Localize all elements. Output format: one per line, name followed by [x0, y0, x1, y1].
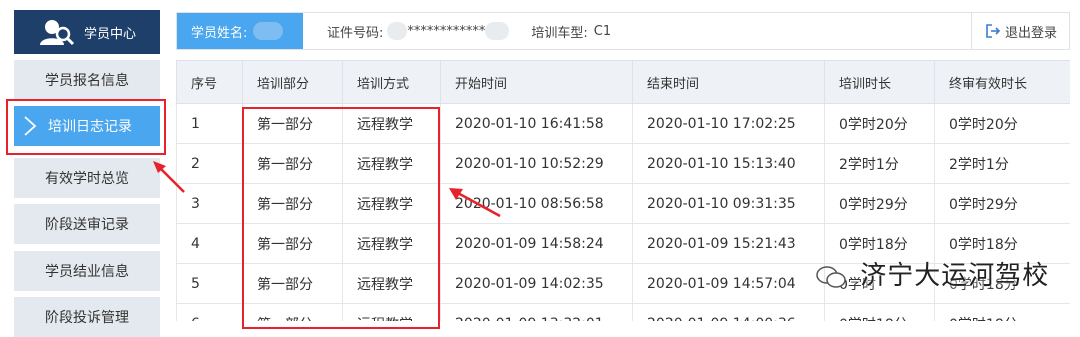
cell-start-time: 2020-01-09 13:32:01 [440, 303, 633, 321]
table-header-row: 序号 培训部分 培训方式 开始时间 结束时间 培训时长 终审有效时长 [176, 60, 1070, 104]
cell-part: 第一部分 [242, 303, 343, 321]
table-row[interactable]: 6第一部分远程教学2020-01-09 13:32:012020-01-09 1… [176, 303, 1070, 321]
logout-button[interactable]: 退出登录 [970, 13, 1069, 49]
column-header-end-time: 结束时间 [632, 60, 825, 104]
cell-method: 远程教学 [342, 303, 441, 321]
sidebar-item-label: 阶段送审记录 [45, 217, 129, 233]
student-name-field: 学员姓名: [177, 13, 303, 49]
id-number-value: ************ [407, 23, 486, 39]
cell-part: 第一部分 [242, 183, 343, 224]
user-search-icon [39, 20, 75, 46]
cell-start-time: 2020-01-09 14:02:35 [440, 263, 633, 304]
student-info-bar: 学员姓名: 证件号码: ************ 培训车型: C1 退出登录 [176, 12, 1070, 50]
sidebar-item-complaints[interactable]: 阶段投诉管理 [14, 297, 160, 337]
student-name-label: 学员姓名: [191, 25, 248, 41]
cell-valid-duration: 0学时18分 [934, 303, 1070, 321]
id-number-field: 证件号码: ************ [327, 22, 510, 41]
cell-index: 6 [176, 303, 243, 321]
logout-icon [986, 24, 1000, 38]
cell-method: 远程教学 [342, 103, 441, 144]
cell-end-time: 2020-01-10 09:31:35 [632, 183, 825, 224]
column-header-index: 序号 [176, 60, 243, 104]
sidebar-item-review-records[interactable]: 阶段送审记录 [14, 204, 160, 244]
table-row[interactable]: 2 第一部分 远程教学 2020-01-10 10:52:29 2020-01-10 1… [176, 143, 1070, 184]
sidebar-item-graduation[interactable]: 学员结业信息 [14, 251, 160, 291]
cell-method: 远程教学 [342, 143, 441, 184]
column-header-start-time: 开始时间 [440, 60, 633, 104]
cell-index: 3 [176, 183, 243, 224]
cell-index: 1 [176, 103, 243, 144]
logout-label: 退出登录 [1004, 25, 1057, 41]
vehicle-type-value: C1 [593, 23, 612, 39]
cell-start-time: 2020-01-10 10:52:29 [440, 143, 633, 184]
cell-part: 第一部分 [242, 263, 343, 304]
sidebar-item-label: 学员报名信息 [45, 73, 129, 89]
cell-valid-duration: 0学时20分 [934, 103, 1070, 144]
id-number-label: 证件号码: [327, 25, 384, 41]
cell-end-time: 2020-01-10 15:13:40 [632, 143, 825, 184]
cell-method: 远程教学 [342, 223, 441, 264]
watermark: 济宁大运河驾校 [815, 255, 1049, 292]
cell-valid-duration: 2学时1分 [934, 143, 1070, 184]
cell-duration: 0学时20分 [824, 103, 935, 144]
cell-end-time: 2020-01-09 14:00:36 [632, 303, 825, 321]
cell-end-time: 2020-01-09 14:57:04 [632, 263, 825, 304]
cell-start-time: 2020-01-09 14:58:24 [440, 223, 633, 264]
cell-method: 远程教学 [342, 263, 441, 304]
student-center-header[interactable]: 学员中心 [14, 10, 160, 54]
redacted-id-end [485, 22, 510, 40]
vehicle-type-label: 培训车型: [531, 25, 588, 41]
cell-index: 2 [176, 143, 243, 184]
sidebar-item-label: 学员结业信息 [45, 264, 129, 280]
highlight-box-sidebar [6, 99, 166, 155]
cell-index: 4 [176, 223, 243, 264]
wechat-icon [816, 266, 846, 288]
sidebar-header-label: 学员中心 [83, 26, 136, 42]
column-header-method: 培训方式 [342, 60, 441, 104]
redacted-name [253, 22, 284, 40]
cell-start-time: 2020-01-10 08:56:58 [440, 183, 633, 224]
sidebar-item-label: 有效学时总览 [45, 171, 129, 187]
sidebar-item-label: 阶段投诉管理 [45, 310, 129, 326]
cell-start-time: 2020-01-10 16:41:58 [440, 103, 633, 144]
cell-duration: 0学时29分 [824, 183, 935, 224]
cell-end-time: 2020-01-10 17:02:25 [632, 103, 825, 144]
vehicle-type-field: 培训车型: C1 [531, 22, 611, 41]
watermark-text: 济宁大运河驾校 [860, 261, 1050, 291]
sidebar: 学员中心 学员报名信息 培训日志记录 有效学时总览 阶段送审记录 学员结业信息 … [0, 0, 172, 337]
cell-part: 第一部分 [242, 143, 343, 184]
table-row[interactable]: 1 第一部分 远程教学 2020-01-10 16:41:58 2020-01-10 1… [176, 103, 1070, 144]
cell-part: 第一部分 [242, 103, 343, 144]
sidebar-item-hours-overview[interactable]: 有效学时总览 [14, 158, 160, 198]
column-header-part: 培训部分 [242, 60, 343, 104]
cell-part: 第一部分 [242, 223, 343, 264]
redacted-id-start [387, 22, 408, 40]
sidebar-item-registration[interactable]: 学员报名信息 [14, 60, 160, 100]
cell-duration: 0学时18分 [824, 303, 935, 321]
column-header-duration: 培训时长 [824, 60, 935, 104]
cell-index: 5 [176, 263, 243, 304]
cell-method: 远程教学 [342, 183, 441, 224]
table-row[interactable]: 3 第一部分 远程教学 2020-01-10 08:56:58 2020-01-10 0… [176, 183, 1070, 224]
cell-valid-duration: 0学时29分 [934, 183, 1070, 224]
column-header-valid-duration: 终审有效时长 [934, 60, 1070, 104]
cell-end-time: 2020-01-09 15:21:43 [632, 223, 825, 264]
cell-duration: 2学时1分 [824, 143, 935, 184]
